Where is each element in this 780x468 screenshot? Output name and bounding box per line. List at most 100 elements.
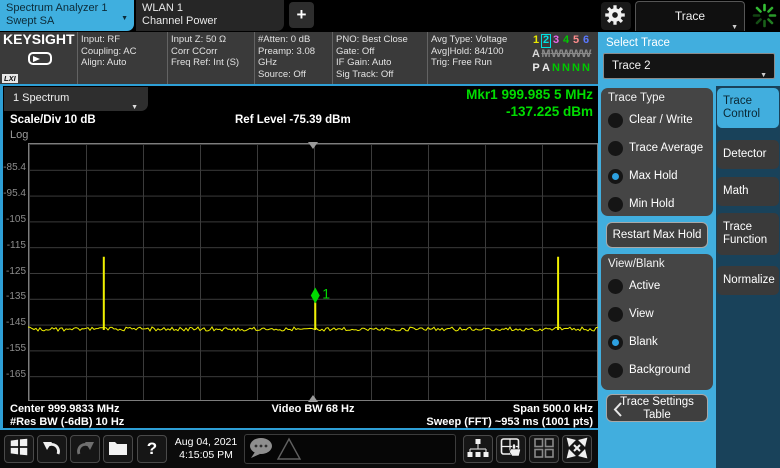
radio-circle-icon[interactable] [608, 197, 623, 212]
radio-view[interactable]: View [608, 300, 713, 328]
file-open-button[interactable] [103, 435, 133, 463]
trace-legend-char: 6 [581, 34, 591, 48]
scale-per-div-label[interactable]: Scale/Div 10 dB [10, 114, 96, 126]
window-layout-button[interactable] [529, 435, 559, 463]
radio-background[interactable]: Background [608, 356, 713, 384]
meas-setting: Trig: Free Run [431, 57, 524, 69]
panel-tab-normalize[interactable]: Normalize [717, 266, 779, 295]
radio-circle-icon[interactable] [608, 169, 623, 184]
trace-legend-char: N [551, 62, 561, 76]
panel-tab-detector[interactable]: Detector [717, 140, 779, 169]
meas-setting: Corr CCorr [171, 46, 251, 58]
settings-gear-button[interactable] [601, 2, 631, 30]
radio-blank[interactable]: Blank [608, 328, 713, 356]
spectrum-analyzer-app: Spectrum Analyzer 1 Swept SA ▼ WLAN 1 Ch… [0, 0, 780, 468]
restart-max-hold-button[interactable]: Restart Max Hold [606, 222, 708, 248]
radio-label: Min Hold [629, 198, 674, 210]
radio-label: Max Hold [629, 170, 678, 182]
marker-amplitude: -137.225 dBm [466, 104, 593, 121]
marker-readout: Mkr1 999.985 5 MHz -137.225 dBm [466, 87, 593, 120]
trace-legend-char: W [561, 48, 571, 62]
trace-legend[interactable]: 123456 AMWWWW PANNNN [527, 32, 597, 84]
trace-type-title: Trace Type [608, 92, 713, 104]
radio-circle-icon[interactable] [608, 363, 623, 378]
brand-cell: KEYSIGHT LXI [0, 32, 77, 84]
alert-triangle-icon [278, 439, 300, 459]
meas-col-avg[interactable]: Avg Type: VoltageAvg|Hold: 84/100Trig: F… [427, 32, 527, 84]
tab-wlan-1[interactable]: WLAN 1 Channel Power [136, 0, 284, 31]
meas-setting: Avg|Hold: 84/100 [431, 46, 524, 58]
meas-col-impedance[interactable]: Input Z: 50 ΩCorr CCorrFreq Ref: Int (S) [167, 32, 254, 84]
tab1-mode: Swept SA [6, 15, 126, 28]
trace-control-panel: Select Trace Trace 2 ▼ Trace ControlDete… [598, 32, 780, 468]
trace-settings-table-button[interactable]: Trace Settings Table [606, 394, 708, 422]
select-trace-dropdown[interactable]: Trace 2 ▼ [603, 53, 775, 79]
meas-setting: Align: Auto [81, 57, 164, 69]
time-text: 4:15:05 PM [170, 449, 242, 462]
meas-col-pno[interactable]: PNO: Best CloseGate: OffIF Gain: AutoSig… [332, 32, 427, 84]
radio-circle-icon[interactable] [608, 279, 623, 294]
folder-icon [106, 436, 130, 460]
fullscreen-button[interactable] [562, 435, 592, 463]
y-axis-tick-label: -95.4 [3, 188, 26, 199]
chevron-down-icon: ▼ [131, 96, 138, 119]
radio-circle-icon[interactable] [608, 335, 623, 350]
tab2-title: WLAN 1 [142, 2, 276, 15]
y-axis-tick-label: -145 [3, 317, 26, 328]
radio-max-hold[interactable]: Max Hold [608, 162, 713, 190]
chevron-left-icon [612, 401, 624, 418]
radio-trace-average[interactable]: Trace Average [608, 134, 713, 162]
bottom-toolbar: ? Aug 04, 2021 4:15:05 PM [0, 430, 598, 468]
y-axis-tick-label: -105 [3, 214, 26, 225]
trace-menu-dropdown[interactable]: Trace ▼ [635, 1, 745, 31]
radio-label: Trace Average [629, 142, 703, 154]
marker-diamond-icon[interactable] [311, 287, 320, 303]
remote-display-icon [28, 52, 52, 65]
meas-col-atten[interactable]: #Atten: 0 dBPreamp: 3.08 GHzSource: Off [254, 32, 332, 84]
panel-tab-trace-function[interactable]: Trace Function [717, 213, 779, 255]
meas-setting: #Atten: 0 dB [258, 34, 329, 46]
meas-setting: Preamp: 3.08 GHz [258, 46, 329, 69]
tab-spectrum-analyzer-1[interactable]: Spectrum Analyzer 1 Swept SA ▼ [0, 0, 134, 31]
trace-legend-char: W [581, 48, 591, 62]
expand-arrows-icon [565, 436, 589, 460]
block-diagram-button[interactable] [463, 435, 493, 463]
windows-logo-icon [8, 436, 30, 458]
radio-circle-icon[interactable] [608, 307, 623, 322]
meas-setting: IF Gain: Auto [336, 57, 424, 69]
radio-label: Active [629, 280, 660, 292]
y-axis-tick-label: -125 [3, 266, 26, 277]
add-tab-button[interactable]: + [289, 2, 314, 28]
panel-tabs-column: Trace Control Detector Math Trace Function N… [716, 86, 780, 468]
undo-button[interactable] [37, 435, 67, 463]
touch-window-button[interactable] [496, 435, 526, 463]
radio-circle-icon[interactable] [608, 141, 623, 156]
trace-plot: 1 [28, 143, 598, 401]
help-button[interactable]: ? [137, 435, 167, 463]
y-axis-tick-label: -135 [3, 291, 26, 302]
window-selector-dropdown[interactable]: 1 Spectrum ▼ [4, 87, 148, 111]
radio-label: Clear / Write [629, 114, 693, 126]
radio-clear-write[interactable]: Clear / Write [608, 106, 713, 134]
meas-setting: Source: Off [258, 69, 329, 81]
radio-active[interactable]: Active [608, 272, 713, 300]
panel-tab-trace-control[interactable]: Trace Control [717, 88, 779, 128]
status-message-area[interactable] [244, 434, 456, 464]
trace-legend-numbers: 123456 [531, 34, 597, 48]
redo-button[interactable] [70, 435, 100, 463]
trace-legend-char: N [581, 62, 591, 76]
sweep-label[interactable]: Sweep (FFT) ~953 ms (1001 pts) [426, 416, 593, 428]
ref-level-label[interactable]: Ref Level -75.39 dBm [235, 114, 351, 126]
trace-legend-char: 4 [561, 34, 571, 48]
measurement-info-bar: KEYSIGHT LXI Input: RFCoupling: ACAlign:… [0, 32, 598, 84]
span-label[interactable]: Span 500.0 kHz [513, 403, 593, 415]
redo-icon [73, 436, 97, 460]
radio-circle-icon[interactable] [608, 113, 623, 128]
y-axis-tick-label: -165 [3, 369, 26, 380]
radio-min-hold[interactable]: Min Hold [608, 190, 713, 218]
res-bw-label[interactable]: #Res BW (-6dB) 10 Hz [10, 416, 124, 428]
windows-start-button[interactable] [4, 435, 34, 463]
meas-col-input[interactable]: Input: RFCoupling: ACAlign: Auto [77, 32, 167, 84]
panel-tab-math[interactable]: Math [717, 177, 779, 206]
date-text: Aug 04, 2021 [170, 436, 242, 449]
